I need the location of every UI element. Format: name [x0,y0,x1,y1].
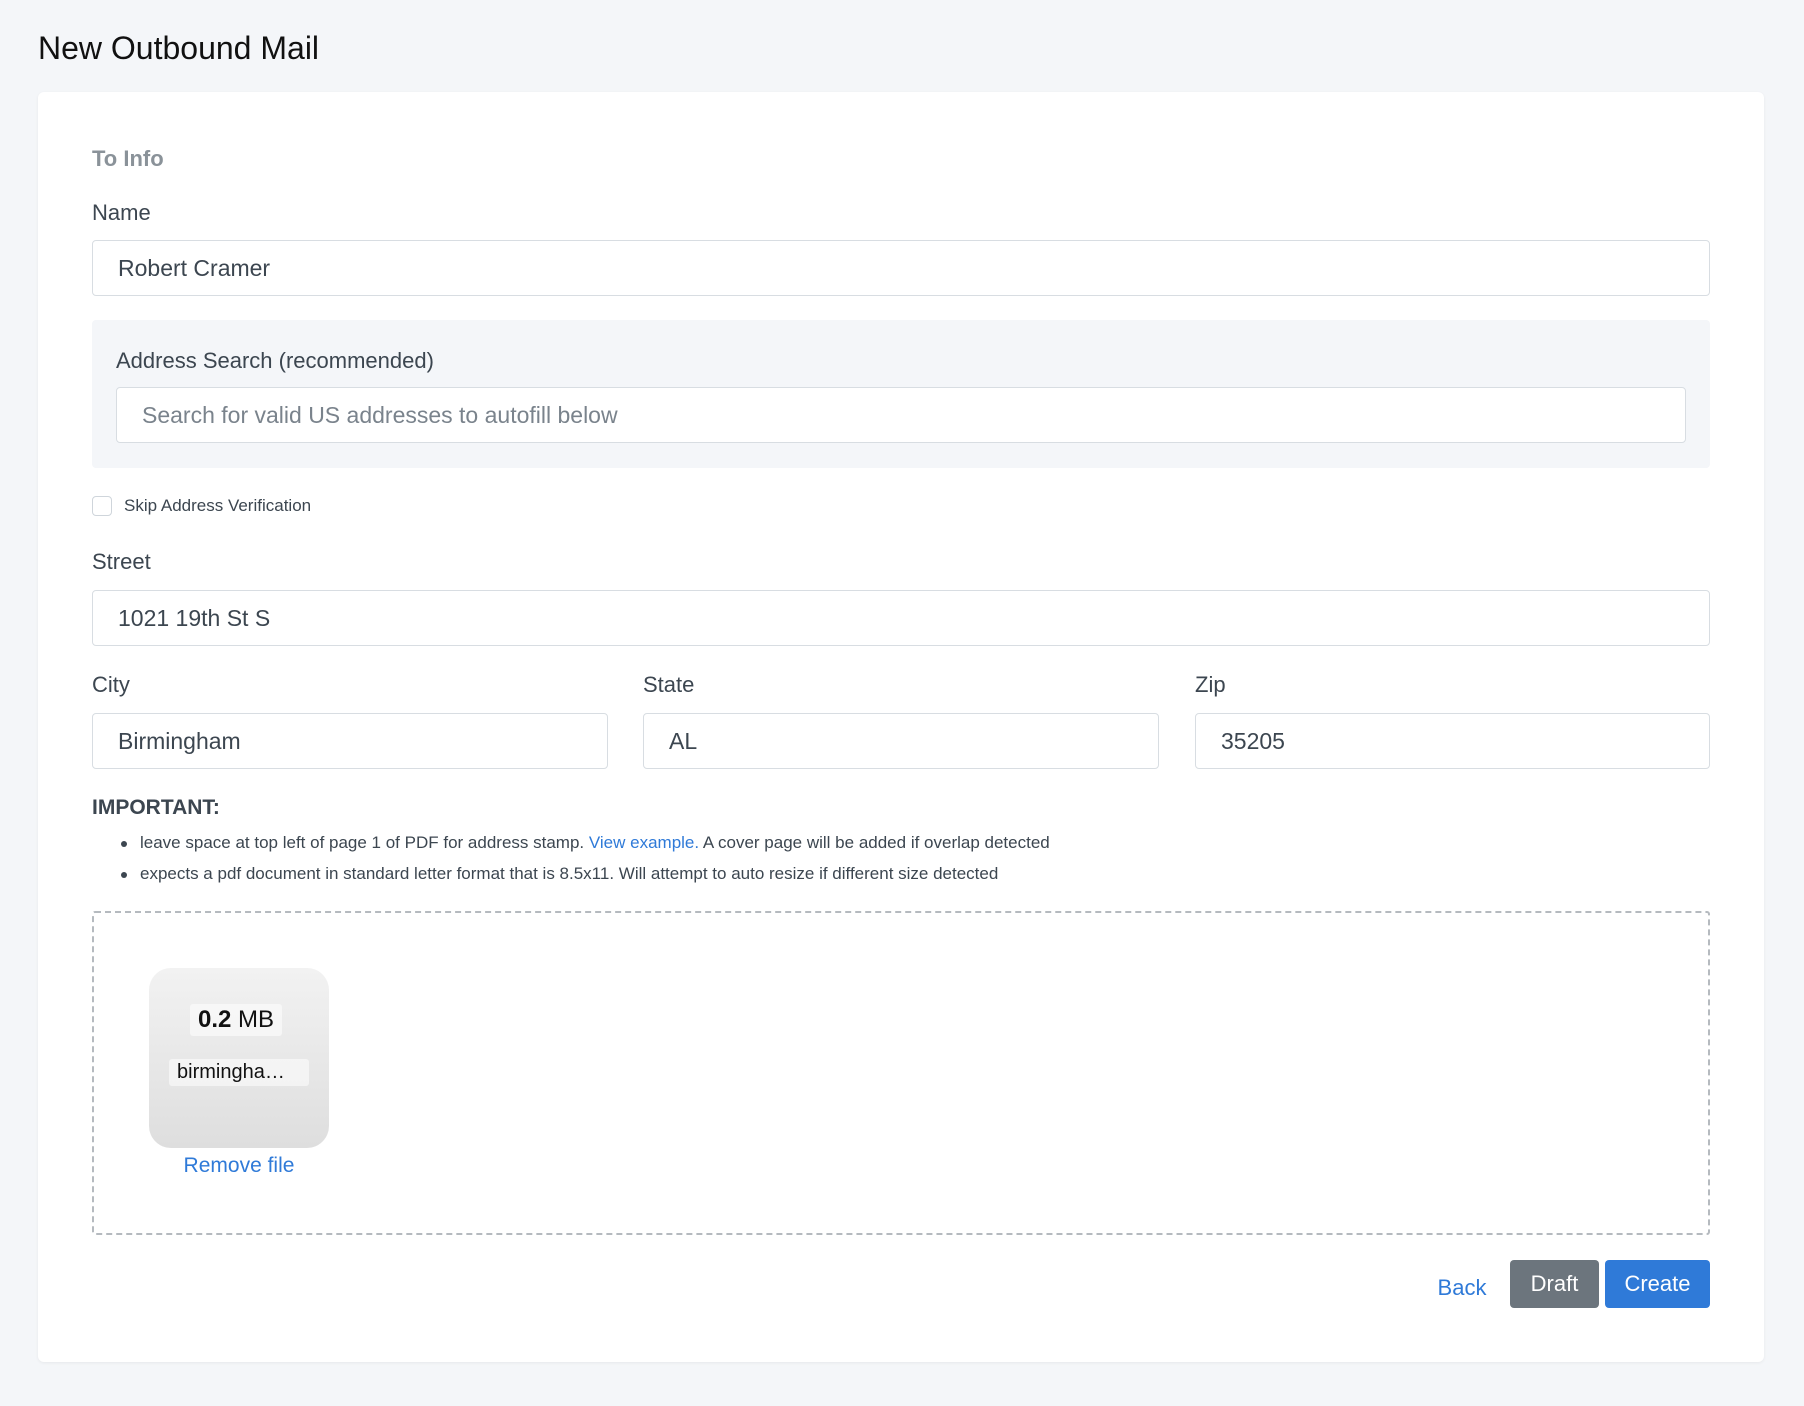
create-button[interactable]: Create [1605,1260,1710,1308]
important-heading: IMPORTANT: [92,796,220,819]
address-search-panel: Address Search (recommended) [92,320,1710,468]
note-address-stamp: leave space at top left of page 1 of PDF… [92,828,1050,859]
draft-button[interactable]: Draft [1510,1260,1599,1308]
zip-input[interactable] [1195,713,1710,769]
file-preview: 0.2 MB birmingham… [149,968,329,1148]
skip-verification-label[interactable]: Skip Address Verification [124,496,311,516]
city-label: City [92,672,130,697]
address-search-input[interactable] [116,387,1686,443]
address-search-label: Address Search (recommended) [116,348,434,373]
page-title: New Outbound Mail [38,30,320,66]
file-size-number: 0.2 [198,1006,232,1033]
file-size: 0.2 MB [190,1004,283,1036]
skip-verification-row: Skip Address Verification [92,496,311,516]
note-letter-format: expects a pdf document in standard lette… [92,859,1050,890]
section-title-to-info: To Info [92,146,164,171]
note-cover-page-text: A cover page will be added if overlap de… [699,833,1050,852]
form-card: To Info Name Address Search (recommended… [38,92,1764,1362]
street-label: Street [92,549,151,574]
state-input[interactable] [643,713,1159,769]
file-size-unit: MB [238,1006,275,1033]
note-address-stamp-text: leave space at top left of page 1 of PDF… [140,833,589,852]
state-label: State [643,672,695,697]
skip-verification-checkbox[interactable] [92,496,112,516]
back-button[interactable]: Back [1432,1264,1492,1312]
file-name: birmingham… [169,1059,309,1086]
important-notes: leave space at top left of page 1 of PDF… [92,828,1050,890]
name-input[interactable] [92,240,1710,296]
name-label: Name [92,200,151,225]
view-example-link[interactable]: View example. [589,833,699,852]
street-input[interactable] [92,590,1710,646]
zip-label: Zip [1195,672,1226,697]
city-input[interactable] [92,713,608,769]
remove-file-link[interactable]: Remove file [149,1154,329,1178]
file-dropzone[interactable]: 0.2 MB birmingham… Remove file [92,911,1710,1235]
